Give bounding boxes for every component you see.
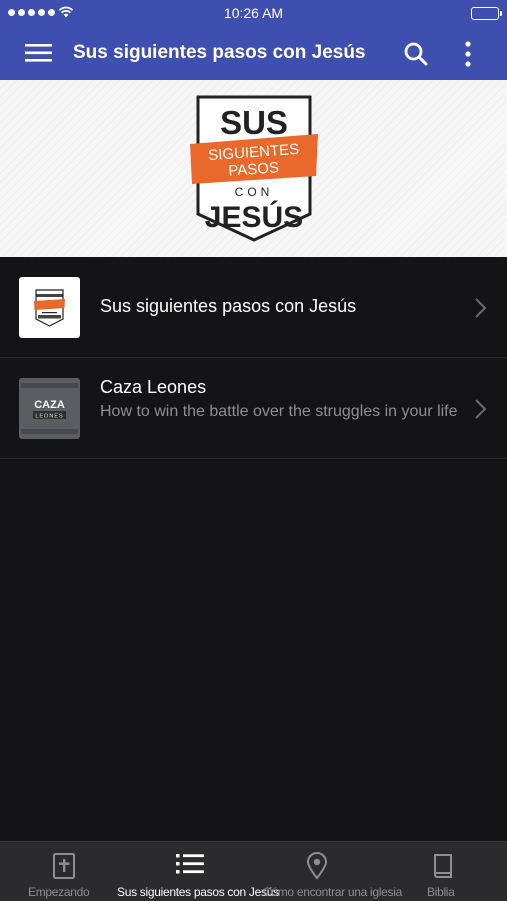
list-icon bbox=[176, 854, 204, 874]
bible-cross-icon bbox=[53, 853, 75, 879]
page-title: Sus siguientes pasos con Jesús bbox=[73, 42, 366, 63]
thumbnail-subtitle-text: LEONES bbox=[35, 414, 63, 420]
list-item[interactable]: Sus siguientes pasos con Jesús bbox=[0, 257, 507, 358]
book-icon bbox=[434, 854, 452, 878]
chevron-right-icon bbox=[475, 399, 487, 419]
caza-leones-thumbnail: CAZA LEONES bbox=[19, 378, 80, 439]
logo-ribbon-line-2: PASOS bbox=[228, 159, 280, 179]
logo-bottom-text: JESÚS bbox=[205, 200, 303, 234]
tab-como-encontrar-iglesia[interactable]: Cómo encontrar una iglesia bbox=[254, 842, 402, 901]
chevron-right-icon bbox=[475, 298, 487, 318]
app-bar: Sus siguientes pasos con Jesús bbox=[0, 27, 507, 80]
hero-banner: SUS SIGUIENTES PASOS CON JESÚS bbox=[0, 80, 507, 257]
tab-empezando[interactable]: Empezando bbox=[0, 842, 127, 901]
series-thumbnail bbox=[19, 277, 80, 338]
logo-con-text: CON bbox=[235, 185, 274, 199]
battery-icon bbox=[471, 7, 502, 20]
list-item-subtitle: How to win the battle over the struggles… bbox=[100, 403, 458, 420]
list-item-title: Sus siguientes pasos con Jesús bbox=[100, 296, 357, 316]
tab-sus-siguientes-pasos[interactable]: Sus siguientes pasos con Jesús bbox=[117, 842, 279, 901]
series-logo: SUS SIGUIENTES PASOS CON JESÚS bbox=[190, 95, 318, 242]
list-item[interactable]: CAZA LEONES Caza Leones How to win the b… bbox=[0, 358, 507, 459]
status-time: 10:26 AM bbox=[223, 5, 284, 21]
hamburger-menu-icon[interactable] bbox=[24, 41, 54, 65]
tab-label: Empezando bbox=[28, 885, 90, 899]
location-pin-icon bbox=[306, 852, 328, 880]
status-bar: 10:26 AM bbox=[0, 0, 507, 27]
tab-label: Biblia bbox=[427, 885, 455, 899]
search-icon[interactable] bbox=[402, 40, 430, 68]
series-thumbnail: CAZA LEONES bbox=[19, 378, 80, 439]
series-logo-thumbnail bbox=[34, 289, 65, 327]
tab-biblia[interactable]: Biblia bbox=[380, 842, 507, 901]
logo-top-text: SUS bbox=[220, 104, 288, 141]
more-options-icon[interactable] bbox=[458, 39, 478, 69]
series-list: Sus siguientes pasos con Jesús CAZA LEON… bbox=[0, 257, 507, 459]
tab-bar: Empezando Sus siguientes pasos con Jesús… bbox=[0, 841, 507, 901]
thumbnail-title-text: CAZA bbox=[34, 399, 65, 411]
list-item-title: Caza Leones bbox=[100, 377, 207, 397]
